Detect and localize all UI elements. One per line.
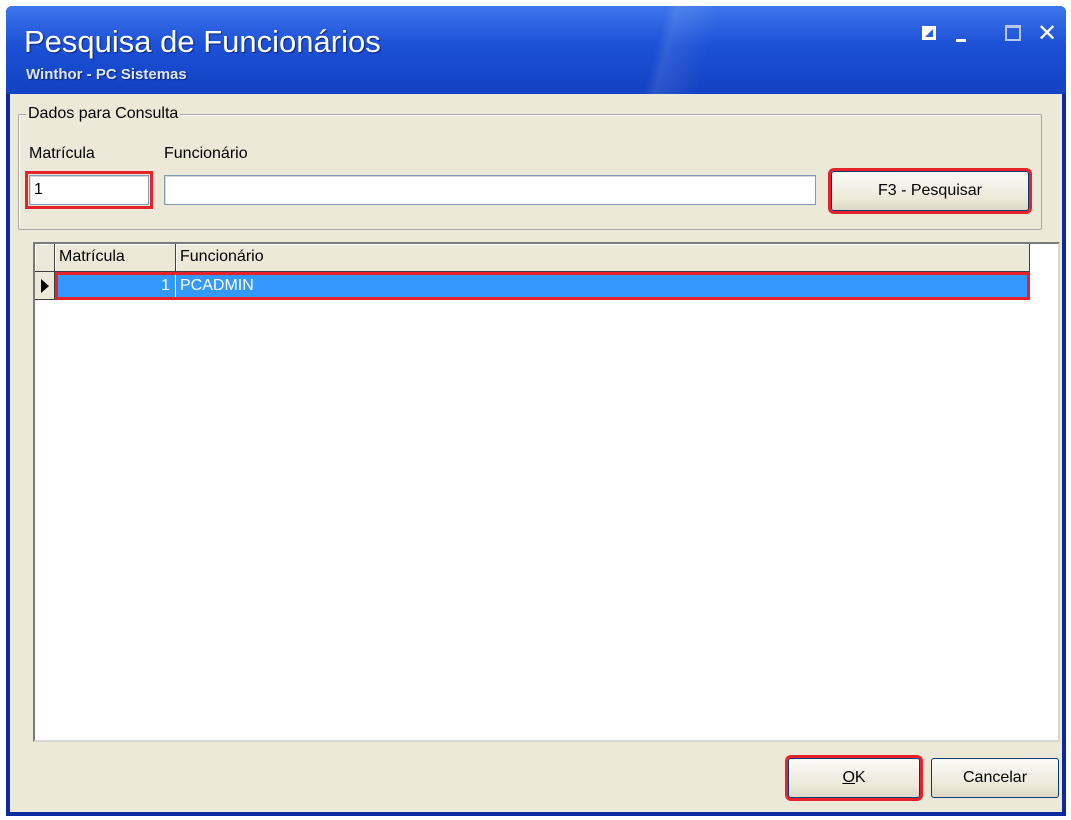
- minimize-icon[interactable]: [950, 22, 972, 44]
- results-grid[interactable]: Matrícula Funcionário 1 PCADMIN: [33, 242, 1060, 742]
- cell-funcionario[interactable]: PCADMIN: [176, 272, 1030, 300]
- dialog-body: Dados para Consulta Matrícula Funcionári…: [10, 94, 1062, 812]
- query-groupbox: Dados para Consulta Matrícula Funcionári…: [18, 105, 1042, 230]
- matricula-label: Matrícula: [29, 145, 95, 162]
- matricula-input[interactable]: 1: [25, 171, 153, 209]
- ok-label: K: [854, 769, 866, 786]
- funcionario-label: Funcionário: [164, 145, 248, 162]
- restore-icon[interactable]: [918, 22, 940, 44]
- dialog-window: Pesquisa de Funcionários Winthor - PC Si…: [6, 6, 1066, 816]
- ok-button[interactable]: OK: [785, 755, 923, 801]
- window-subtitle: Winthor - PC Sistemas: [26, 66, 187, 83]
- query-group-label: Dados para Consulta: [26, 105, 181, 123]
- title-bar[interactable]: Pesquisa de Funcionários Winthor - PC Si…: [6, 6, 1066, 94]
- row-indicator: [35, 272, 55, 300]
- funcionario-input[interactable]: [164, 175, 816, 205]
- table-row[interactable]: 1 PCADMIN: [35, 272, 1030, 300]
- column-header-funcionario[interactable]: Funcionário: [176, 244, 1030, 272]
- maximize-icon[interactable]: [1002, 22, 1024, 44]
- search-button[interactable]: F3 - Pesquisar: [828, 168, 1032, 214]
- cell-matricula[interactable]: 1: [55, 272, 176, 300]
- window-title: Pesquisa de Funcionários: [24, 24, 381, 59]
- current-row-arrow-icon: [40, 278, 49, 293]
- ok-mnemonic: O: [842, 769, 855, 786]
- cancel-button[interactable]: Cancelar: [931, 758, 1059, 798]
- column-header-matricula[interactable]: Matrícula: [55, 244, 176, 272]
- row-indicator-header: [35, 244, 55, 272]
- close-icon[interactable]: ✕: [1036, 19, 1058, 47]
- grid-header: Matrícula Funcionário: [35, 244, 1030, 272]
